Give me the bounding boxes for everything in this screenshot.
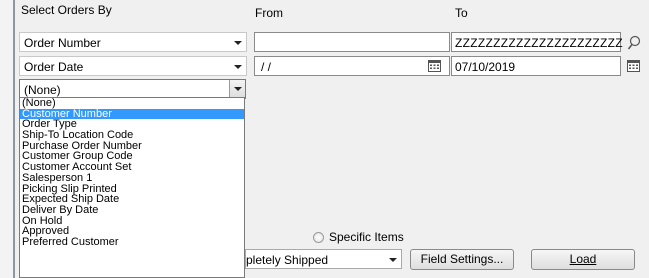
to-label: To xyxy=(455,6,468,20)
criteria-2-from-input[interactable]: / / xyxy=(254,56,450,76)
criteria-1-field-select[interactable]: Order Number xyxy=(19,32,247,52)
criteria-2-from-value: / / xyxy=(261,60,272,74)
criteria-2-field-select[interactable]: Order Date xyxy=(19,56,247,76)
left-margin xyxy=(0,0,13,278)
criteria-1-to-input[interactable]: ZZZZZZZZZZZZZZZZZZZZZZ xyxy=(451,32,623,52)
criteria-3-field-value: (None) xyxy=(24,83,61,97)
from-label: From xyxy=(255,6,283,20)
field-settings-button[interactable]: Field Settings... xyxy=(410,249,514,270)
chevron-down-icon xyxy=(234,65,242,69)
criteria-1-field-value: Order Number xyxy=(24,36,101,50)
specific-items-label: Specific Items xyxy=(329,230,404,244)
criteria-2-to-value: 07/10/2019 xyxy=(455,60,516,74)
criteria-1-to-value: ZZZZZZZZZZZZZZZZZZZZZZ xyxy=(455,36,623,50)
search-icon[interactable] xyxy=(627,35,641,51)
order-status-select[interactable]: pletely Shipped xyxy=(245,249,402,269)
chevron-down-icon xyxy=(234,87,242,91)
criteria-3-dropdown-list[interactable]: (None) Customer Number Order Type Ship-T… xyxy=(19,97,245,278)
criteria-3-field-select[interactable]: (None) xyxy=(19,79,246,99)
criteria-2-field-value: Order Date xyxy=(24,60,84,74)
dropdown-option[interactable]: Deliver By Date xyxy=(20,205,244,216)
specific-items-radio[interactable] xyxy=(313,232,324,243)
dropdown-button[interactable] xyxy=(229,80,245,98)
order-status-value: pletely Shipped xyxy=(246,253,329,267)
chevron-down-icon xyxy=(234,41,242,45)
chevron-down-icon xyxy=(389,258,397,262)
dropdown-option[interactable]: Preferred Customer xyxy=(20,237,244,248)
dropdown-option[interactable]: Salesperson 1 xyxy=(20,172,244,184)
load-button-label: Load xyxy=(569,252,597,266)
select-orders-by-label: Select Orders By xyxy=(21,3,112,17)
criteria-2-to-input[interactable]: 07/10/2019 xyxy=(451,56,621,76)
criteria-1-from-input[interactable] xyxy=(254,32,450,52)
calendar-icon[interactable] xyxy=(627,60,640,72)
load-button[interactable]: Load xyxy=(531,249,635,270)
calendar-icon[interactable] xyxy=(428,60,441,72)
